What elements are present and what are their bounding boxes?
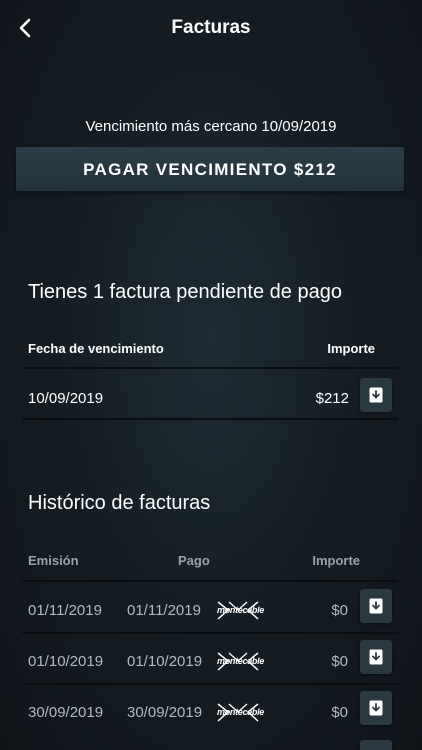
history-row-amount: $0 (331, 704, 348, 721)
download-icon (369, 387, 383, 403)
history-row-payment-date: 01/11/2019 (127, 602, 201, 619)
col-header-due-date: Fecha de vencimiento (28, 341, 164, 356)
divider (22, 683, 398, 685)
history-row-payment-date: 30/09/2019 (127, 704, 203, 721)
download-button[interactable] (360, 378, 392, 412)
history-row-amount: $0 (331, 602, 348, 619)
col-header-amount: Importe (327, 341, 375, 356)
download-button[interactable] (360, 640, 392, 674)
pending-row-date: 10/09/2019 (28, 390, 104, 407)
download-button[interactable] (360, 691, 392, 725)
download-icon (369, 649, 383, 665)
provider-logo-text: montecable (217, 605, 265, 615)
montecable-logo: montecable (215, 700, 265, 726)
divider (22, 632, 398, 634)
pay-due-button[interactable]: PAGAR VENCIMIENTO $212 (16, 147, 404, 191)
divider (22, 367, 398, 369)
history-row-issue-date: 01/11/2019 (28, 602, 102, 619)
col-header-amount: Importe (312, 553, 360, 568)
top-bar: Facturas (0, 0, 422, 56)
provider-logo-text: montecable (217, 707, 265, 717)
divider (22, 580, 398, 582)
history-row-issue-date: 30/09/2019 (28, 704, 104, 721)
col-header-payment: Pago (178, 553, 210, 568)
download-icon (369, 700, 383, 716)
nearest-due-note: Vencimiento más cercano 10/09/2019 (85, 118, 337, 135)
pending-row-amount: $212 (315, 390, 349, 407)
history-row-issue-date: 01/10/2019 (28, 653, 104, 670)
download-button[interactable] (360, 740, 392, 750)
divider (22, 418, 398, 420)
montecable-logo: montecable (215, 598, 265, 624)
download-icon (369, 598, 383, 614)
provider-logo-text: montecable (217, 656, 265, 666)
montecable-logo: montecable (215, 649, 265, 675)
history-title: Histórico de facturas (28, 492, 211, 514)
history-row-payment-date: 01/10/2019 (127, 653, 203, 670)
col-header-issue: Emisión (28, 553, 79, 568)
download-button[interactable] (360, 589, 392, 623)
page-title: Facturas (171, 17, 251, 38)
pending-title: Tienes 1 factura pendiente de pago (28, 281, 342, 303)
history-row-amount: $0 (331, 653, 348, 670)
